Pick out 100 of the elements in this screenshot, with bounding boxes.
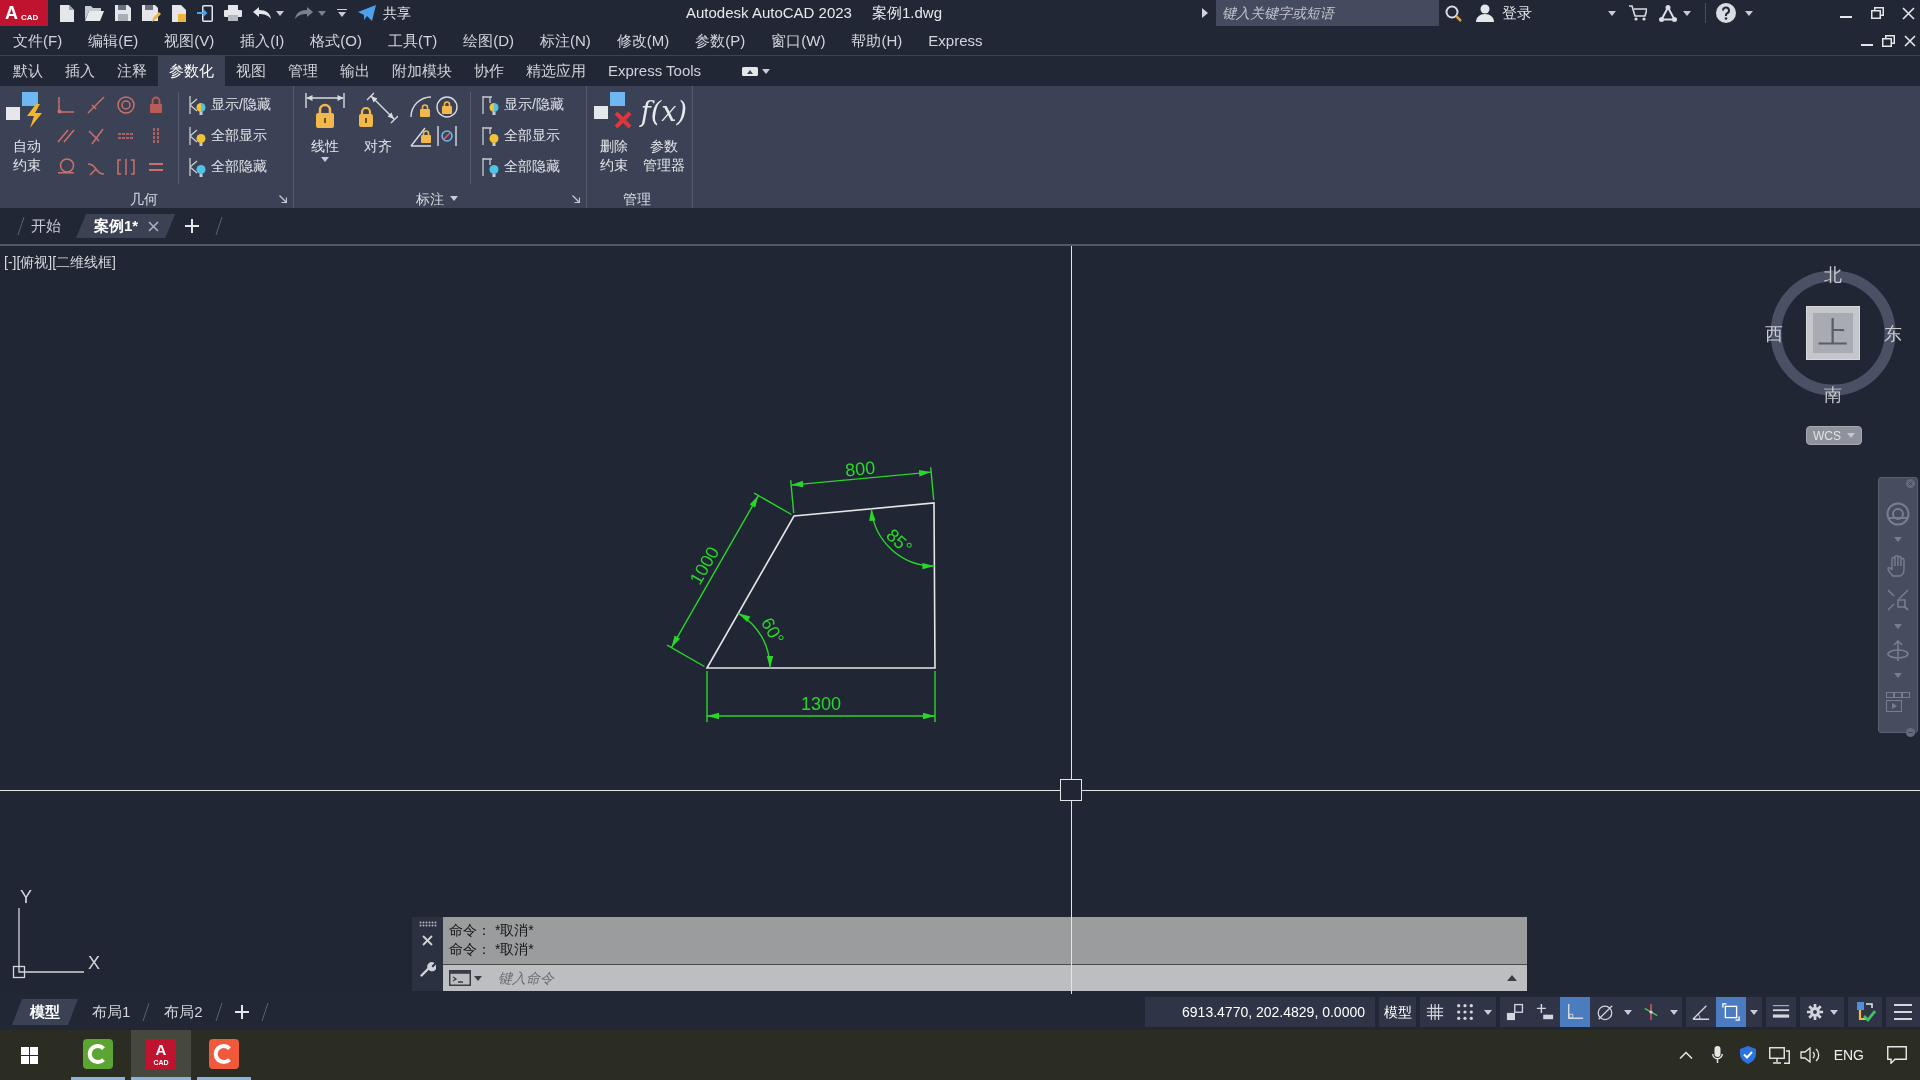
document-tab[interactable]: 开始	[28, 214, 64, 238]
floppy-pencil-icon[interactable]	[142, 4, 161, 22]
menu-item[interactable]: 视图(V)	[164, 33, 215, 48]
ribbon-tab[interactable]: 管理	[277, 56, 329, 86]
caret-icon[interactable]	[1750, 1009, 1758, 1015]
bracket-circle-icon[interactable]	[436, 124, 458, 147]
rectangle-icon[interactable]	[742, 66, 759, 76]
menu-item[interactable]: 文件(F)	[13, 33, 63, 48]
language-indicator[interactable]: ENG	[1833, 1044, 1864, 1066]
annotation-check-icon[interactable]	[1854, 1001, 1876, 1023]
status-toggle-button[interactable]	[1766, 997, 1796, 1027]
show-all-button[interactable]: 全部显示	[482, 120, 564, 151]
model-space-button[interactable]: 模型	[1379, 997, 1416, 1027]
ribbon-button[interactable]: 线性	[300, 86, 350, 162]
compass-label[interactable]: 西	[1765, 324, 1783, 344]
menu-item[interactable]: 绘图(D)	[463, 33, 514, 48]
menu-item[interactable]: 窗口(W)	[771, 33, 826, 48]
caret-icon[interactable]	[1484, 1009, 1492, 1015]
viewport-control[interactable]: [-]	[4, 253, 17, 271]
ribbon-tab[interactable]: 参数化	[158, 56, 225, 86]
caret-icon[interactable]	[450, 196, 458, 201]
corner-icon[interactable]	[57, 95, 75, 114]
caret-icon[interactable]	[1745, 10, 1753, 16]
ribbon-tab[interactable]: 精选应用	[515, 56, 597, 86]
launcher-arrow-icon[interactable]	[279, 194, 287, 203]
new-file-icon[interactable]	[60, 4, 74, 22]
caret-up-icon[interactable]	[1678, 1051, 1693, 1059]
caret-icon[interactable]	[337, 9, 347, 17]
microphone-icon[interactable]	[1711, 1046, 1723, 1064]
open-folder-icon[interactable]	[85, 5, 104, 21]
caret-icon[interactable]	[1624, 1009, 1632, 1015]
shield-icon[interactable]	[1739, 1046, 1756, 1064]
four-panes-icon[interactable]	[20, 1046, 38, 1064]
caret-icon[interactable]	[1830, 1009, 1838, 1015]
plus-icon[interactable]	[234, 1005, 249, 1019]
circle-tangent-icon[interactable]	[57, 157, 75, 176]
help-icon[interactable]	[1716, 3, 1736, 23]
viewport-control[interactable]: [二维线框]	[52, 253, 116, 271]
triangle-nodes-icon[interactable]	[1659, 4, 1677, 22]
sign-in-button[interactable]: 登录	[1502, 1, 1532, 25]
share-button[interactable]: 共享	[358, 2, 411, 24]
menu-item[interactable]: Express	[928, 33, 983, 48]
wrench-icon[interactable]	[419, 961, 436, 977]
ribbon-tab[interactable]: Express Tools	[597, 56, 713, 86]
caret-icon[interactable]	[762, 68, 771, 74]
menu-item[interactable]: 编辑(E)	[88, 33, 139, 48]
application-menu-button[interactable]: A CAD	[0, 0, 48, 26]
menu-item[interactable]: 标注(N)	[540, 33, 591, 48]
caret-icon[interactable]	[474, 975, 482, 981]
speaker-icon[interactable]	[1799, 1047, 1820, 1063]
menu-item[interactable]: 插入(I)	[240, 33, 285, 48]
diagonal-line-icon[interactable]	[87, 95, 105, 114]
show-hide-button[interactable]: 显示/隐藏	[482, 89, 564, 120]
speech-bubble-icon[interactable]	[1887, 1046, 1907, 1064]
menu-item[interactable]: 工具(T)	[388, 33, 438, 48]
restore-icon[interactable]	[1871, 7, 1884, 19]
ribbon-tab[interactable]: 附加模块	[381, 56, 463, 86]
concentric-circles-icon[interactable]	[117, 95, 135, 114]
minimize-icon[interactable]	[1861, 43, 1873, 46]
ribbon-tab[interactable]: 注释	[106, 56, 158, 86]
undo-icon[interactable]	[253, 7, 271, 19]
compass-label[interactable]: 南	[1824, 385, 1842, 405]
grip-dots-icon[interactable]	[418, 921, 437, 927]
layout-tab[interactable]: 布局2	[160, 999, 207, 1025]
layout-tab[interactable]: 布局1	[88, 999, 135, 1025]
monitor-icon[interactable]	[1768, 1046, 1790, 1064]
device-arrow-icon[interactable]	[197, 4, 213, 22]
user-icon[interactable]	[1476, 4, 1494, 22]
crossed-lines-icon[interactable]	[87, 126, 105, 145]
menu-item[interactable]: 修改(M)	[616, 33, 670, 48]
caret-icon[interactable]	[276, 10, 284, 16]
caret-icon[interactable]	[321, 157, 329, 162]
caret-icon[interactable]	[1683, 10, 1691, 16]
restore-icon[interactable]	[1882, 34, 1895, 47]
layout-tab[interactable]: 模型	[12, 999, 78, 1025]
document-tab[interactable]: 案例1*	[76, 214, 176, 238]
viewport-control[interactable]: [俯视]	[16, 253, 53, 271]
lock-circle-icon[interactable]	[436, 95, 458, 118]
printer-icon[interactable]	[224, 5, 242, 21]
ribbon-tab[interactable]: 视图	[225, 56, 277, 86]
search-icon[interactable]	[1445, 4, 1462, 22]
caret-icon[interactable]	[1507, 975, 1517, 981]
ribbon-tab[interactable]: 默认	[2, 56, 54, 86]
hide-all-button[interactable]: 全部隐藏	[482, 151, 564, 182]
close-icon[interactable]	[422, 935, 433, 946]
settings-icon[interactable]	[1806, 1003, 1824, 1021]
plus-icon[interactable]	[185, 219, 200, 233]
caret-icon[interactable]	[1608, 10, 1616, 16]
menu-icon[interactable]	[1893, 1003, 1913, 1021]
redo-icon[interactable]	[295, 7, 313, 19]
search-field[interactable]: 键入关键字或短语	[1216, 0, 1439, 26]
status-toggle-button[interactable]	[1560, 997, 1590, 1027]
compass-label[interactable]: 北	[1824, 265, 1842, 285]
status-toggle-button[interactable]	[1716, 997, 1746, 1027]
ribbon-tab[interactable]: 协作	[463, 56, 515, 86]
ribbon-tab[interactable]: 输出	[329, 56, 381, 86]
terminal-icon[interactable]	[449, 970, 471, 986]
ribbon-button[interactable]: 对齐	[354, 86, 402, 156]
show-all-button[interactable]: 全部显示	[189, 120, 271, 151]
hide-all-button[interactable]: 全部隐藏	[189, 151, 271, 182]
